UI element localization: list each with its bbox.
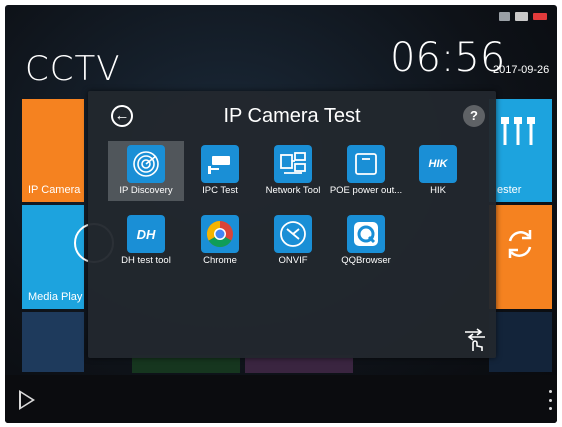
poe-icon	[347, 145, 385, 183]
app-hik[interactable]: HIK HIK	[400, 141, 476, 201]
cctv-camera-icon	[201, 145, 239, 183]
app-label: IPC Test	[202, 185, 238, 196]
network-icon	[274, 145, 312, 183]
tile-tester[interactable]: ester	[489, 99, 552, 202]
bottom-bar	[5, 375, 557, 423]
app-label: ONVIF	[278, 255, 308, 266]
status-bar	[499, 12, 547, 21]
app-label: QQBrowser	[341, 255, 391, 266]
app-label: Chrome	[203, 255, 237, 266]
more-options-icon[interactable]	[549, 390, 552, 410]
app-chrome[interactable]: Chrome	[182, 211, 258, 271]
device-screen: CCTV 06:56 2017-09-26 IP Camera Media Pl…	[5, 5, 557, 423]
swipe-hand-icon[interactable]	[462, 327, 488, 353]
app-label: Network Tool	[265, 185, 321, 196]
hik-icon: HIK	[419, 145, 457, 183]
ip-camera-test-dialog: ← IP Camera Test ? IP Discovery IPC Test…	[88, 91, 496, 358]
app-qqbrowser[interactable]: QQBrowser	[328, 211, 404, 271]
tile-tester-label: ester	[497, 184, 522, 196]
tile-bottom-left[interactable]	[22, 312, 84, 372]
play-icon[interactable]	[19, 390, 35, 410]
tile-ip-camera[interactable]: IP Camera	[22, 99, 84, 202]
tile-refresh[interactable]	[489, 205, 552, 309]
dh-icon: DH	[127, 215, 165, 253]
tile-bottom-right[interactable]	[489, 312, 552, 372]
help-icon[interactable]: ?	[463, 105, 485, 127]
usb-icon	[515, 12, 528, 21]
app-label: HIK	[430, 185, 446, 196]
cable-tester-icon	[501, 117, 535, 145]
clock-date: 2017-09-26	[493, 64, 550, 76]
qqbrowser-icon	[347, 215, 385, 253]
app-onvif[interactable]: ONVIF	[255, 211, 331, 271]
sim-icon	[499, 12, 510, 21]
app-dh-test-tool[interactable]: DH DH test tool	[108, 211, 184, 271]
battery-icon	[533, 13, 547, 20]
chrome-icon	[201, 215, 239, 253]
app-label: IP Discovery	[119, 185, 173, 196]
clock-time: 06:56	[390, 35, 506, 81]
app-title: CCTV	[25, 49, 121, 89]
dialog-title: IP Camera Test	[223, 105, 361, 127]
onvif-icon	[274, 215, 312, 253]
app-ip-discovery[interactable]: IP Discovery	[108, 141, 184, 201]
tile-ip-camera-label: IP Camera	[28, 184, 81, 196]
app-network-tool[interactable]: Network Tool	[255, 141, 331, 201]
radar-icon	[127, 145, 165, 183]
tile-media-player-label: Media Play	[28, 291, 83, 303]
app-label: DH test tool	[121, 255, 171, 266]
app-ipc-test[interactable]: IPC Test	[182, 141, 258, 201]
refresh-icon	[508, 230, 532, 258]
tile-media-player[interactable]: Media Play	[22, 205, 114, 309]
app-poe-power-out[interactable]: POE power out...	[328, 141, 404, 201]
